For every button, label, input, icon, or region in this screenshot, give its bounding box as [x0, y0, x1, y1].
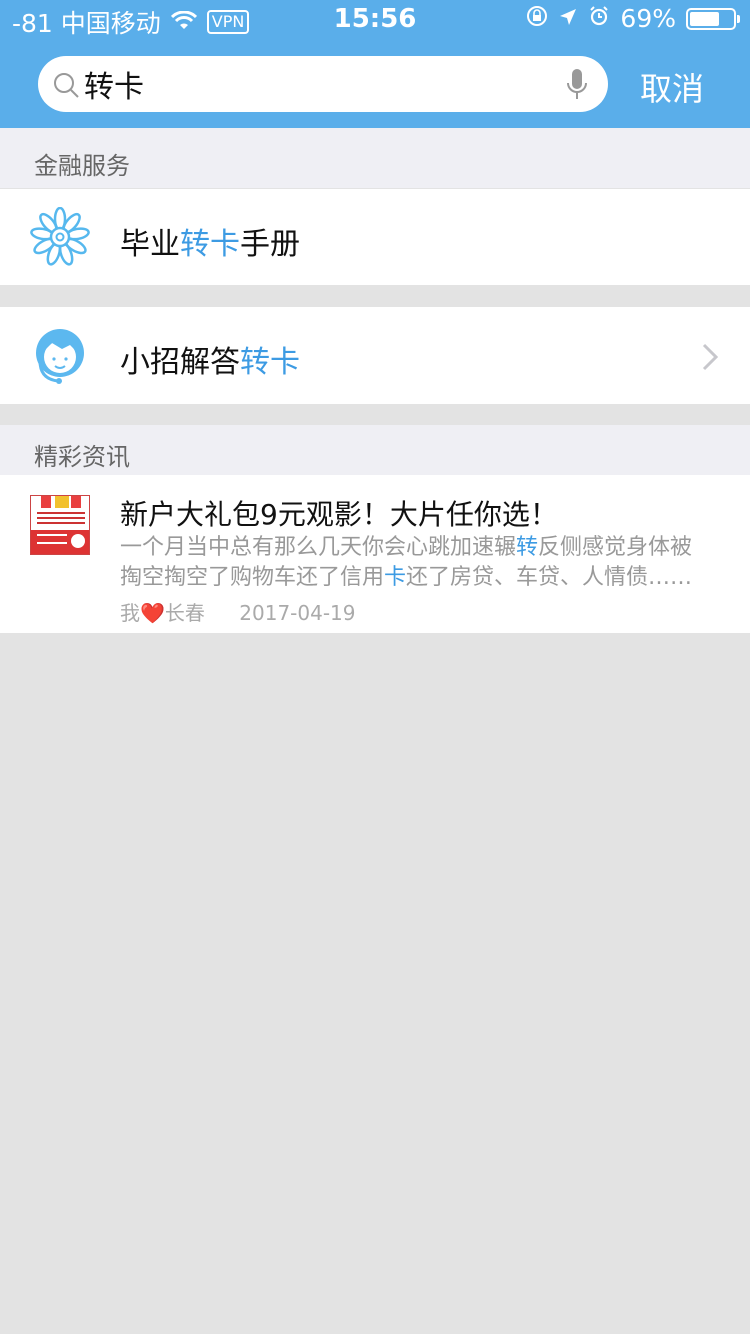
news-item[interactable]: 新户大礼包9元观影！大片任你选！ 一个月当中总有那么几天你会心跳加速辗转反侧感觉…: [0, 475, 750, 633]
news-title: 新户大礼包9元观影！大片任你选！: [120, 498, 558, 531]
flower-icon: [30, 206, 90, 271]
rotation-lock-icon: [526, 4, 548, 33]
news-date: 2017-04-19: [239, 601, 356, 625]
finance-item-graduation-handbook[interactable]: 毕业转卡手册: [0, 189, 750, 285]
finance-section-title: 金融服务: [34, 152, 130, 180]
search-input[interactable]: [84, 62, 544, 106]
location-arrow-icon: [558, 4, 578, 33]
microphone-icon[interactable]: [566, 68, 588, 106]
news-section-title: 精彩资讯: [34, 443, 130, 471]
search-field[interactable]: [38, 56, 608, 112]
chevron-right-icon: [702, 343, 719, 375]
news-thumbnail: [30, 495, 90, 555]
status-right: 69%: [526, 4, 740, 33]
finance-item-assistant[interactable]: 小招解答转卡: [0, 307, 750, 404]
finance-section-header: 金融服务: [0, 128, 750, 188]
news-meta: 我❤️长春 2017-04-19: [120, 597, 356, 626]
search-icon: [52, 71, 80, 103]
battery-icon: [686, 7, 740, 30]
alarm-icon: [588, 4, 610, 33]
heart-icon: ❤️: [140, 601, 165, 625]
search-bar: 取消: [0, 40, 750, 128]
news-section-header: 精彩资讯: [0, 425, 750, 475]
cancel-button[interactable]: 取消: [640, 64, 704, 110]
finance-item-title: 毕业转卡手册: [120, 227, 300, 262]
status-bar: -81 中国移动 VPN 15:56 69%: [0, 0, 750, 40]
battery-fill: [690, 11, 719, 26]
customer-service-icon: [32, 325, 88, 391]
news-excerpt: 一个月当中总有那么几天你会心跳加速辗转反侧感觉身体被 掏空掏空了购物车还了信用卡…: [120, 535, 693, 590]
finance-item-title: 小招解答转卡: [120, 345, 300, 380]
battery-percent: 69%: [620, 4, 676, 33]
news-author: 我❤️长春: [120, 601, 205, 625]
